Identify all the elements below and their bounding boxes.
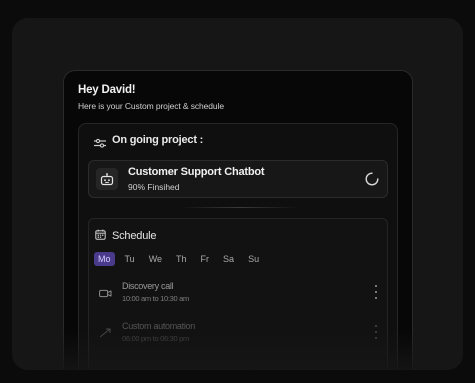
project-name: Customer Support Chatbot	[128, 166, 265, 178]
day-tab-su[interactable]: Su	[244, 252, 263, 266]
video-camera-icon	[95, 283, 115, 303]
ongoing-project-header: On going project :	[94, 134, 204, 148]
event-title: Discovery call	[122, 281, 174, 291]
calendar-icon	[95, 227, 106, 245]
schedule-header: Schedule	[95, 227, 156, 245]
project-item[interactable]: Customer Support Chatbot 90% Finsihed	[88, 160, 388, 198]
divider	[179, 207, 299, 208]
day-tab-mo[interactable]: Mo	[94, 252, 115, 266]
schedule-title: Schedule	[112, 230, 157, 242]
event-title: Custom automation	[122, 321, 195, 331]
day-tab-we[interactable]: We	[145, 252, 166, 266]
schedule-card: Schedule Mo Tu We Th Fr Sa Su Discovery …	[88, 218, 388, 370]
ongoing-project-title: On going project :	[112, 134, 204, 146]
day-selector: Mo Tu We Th Fr Sa Su	[94, 252, 269, 266]
schedule-event[interactable]: Custom automation 06:00 pm to 06:30 pm	[95, 321, 381, 351]
event-time: 06:00 pm to 06:30 pm	[122, 334, 189, 343]
more-options-icon[interactable]	[374, 325, 378, 339]
day-tab-fr[interactable]: Fr	[197, 252, 214, 266]
dashboard-card: Hey David! Here is your Custom project &…	[63, 70, 413, 370]
sliders-icon	[94, 135, 106, 148]
schedule-event[interactable]: Discovery call 10:00 am to 10:30 am	[95, 281, 381, 311]
link-arrow-icon	[95, 323, 115, 343]
day-tab-th[interactable]: Th	[172, 252, 191, 266]
outer-panel: Hey David! Here is your Custom project &…	[12, 18, 463, 370]
event-time: 10:00 am to 10:30 am	[122, 294, 189, 303]
greeting-subtitle: Here is your Custom project & schedule	[78, 101, 224, 111]
chatbot-icon	[96, 168, 118, 190]
project-progress: 90% Finsihed	[128, 182, 180, 192]
more-options-icon[interactable]	[374, 285, 378, 299]
loading-spinner-icon	[365, 172, 379, 191]
greeting-heading: Hey David!	[78, 84, 136, 96]
day-tab-tu[interactable]: Tu	[121, 252, 139, 266]
day-tab-sa[interactable]: Sa	[219, 252, 238, 266]
projects-container: On going project : Customer Support Chat…	[78, 123, 398, 370]
